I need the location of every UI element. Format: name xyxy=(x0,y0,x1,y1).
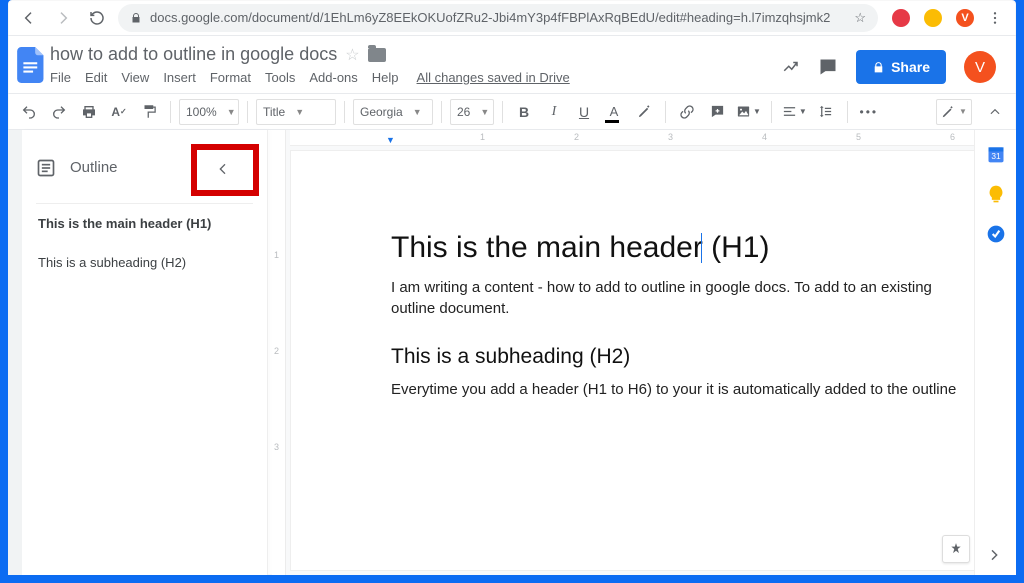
menu-help[interactable]: Help xyxy=(372,70,399,85)
move-folder-icon[interactable] xyxy=(368,48,386,62)
extension-icon[interactable] xyxy=(924,9,942,27)
document-title[interactable]: how to add to outline in google docs xyxy=(50,44,337,65)
account-avatar[interactable]: V xyxy=(964,51,996,83)
docs-logo-icon[interactable] xyxy=(14,42,48,88)
activity-icon[interactable] xyxy=(782,58,800,76)
bold-button[interactable]: B xyxy=(511,98,537,126)
menu-view[interactable]: View xyxy=(121,70,149,85)
style-dropdown[interactable]: Title▼ xyxy=(256,99,336,125)
fontsize-dropdown[interactable]: 26▼ xyxy=(450,99,494,125)
insert-link-button[interactable] xyxy=(674,98,700,126)
zoom-dropdown[interactable]: 100%▼ xyxy=(179,99,239,125)
page-area: ▼ 1 2 3 4 5 6 This is the main header (H… xyxy=(286,130,1016,575)
back-button[interactable] xyxy=(16,5,42,31)
extension-icon[interactable] xyxy=(892,9,910,27)
calendar-icon[interactable]: 31 xyxy=(986,144,1006,164)
share-button[interactable]: Share xyxy=(856,50,946,84)
address-bar[interactable]: docs.google.com/document/d/1EhLm6yZ8EEkO… xyxy=(118,4,878,32)
horizontal-ruler[interactable]: ▼ 1 2 3 4 5 6 xyxy=(290,130,1012,146)
print-button[interactable] xyxy=(76,98,102,126)
side-panel: 31 xyxy=(974,130,1016,575)
editing-mode-dropdown[interactable]: ▼ xyxy=(936,99,972,125)
text-cursor xyxy=(701,233,702,263)
reload-button[interactable] xyxy=(84,5,110,31)
more-button[interactable]: ••• xyxy=(856,98,882,126)
menu-addons[interactable]: Add-ons xyxy=(309,70,357,85)
comments-icon[interactable] xyxy=(818,57,838,77)
menu-bar: File Edit View Insert Format Tools Add-o… xyxy=(48,67,572,88)
save-status[interactable]: All changes saved in Drive xyxy=(417,70,570,85)
workspace: Outline This is the main header (H1) Thi… xyxy=(8,130,1016,575)
docs-title-bar: how to add to outline in google docs ☆ F… xyxy=(8,36,1016,94)
vertical-ruler: 1 2 3 xyxy=(272,130,286,575)
underline-button[interactable]: U xyxy=(571,98,597,126)
insert-comment-button[interactable] xyxy=(704,98,730,126)
heading-1[interactable]: This is the main header (H1) xyxy=(391,231,971,265)
hide-menus-button[interactable] xyxy=(982,98,1008,126)
outline-title: Outline xyxy=(70,159,118,176)
outline-panel: Outline This is the main header (H1) Thi… xyxy=(22,130,268,575)
insert-image-button[interactable]: ▼ xyxy=(734,98,763,126)
heading-2[interactable]: This is a subheading (H2) xyxy=(391,345,971,369)
menu-edit[interactable]: Edit xyxy=(85,70,107,85)
spellcheck-button[interactable]: A✓ xyxy=(106,98,132,126)
star-icon[interactable]: ☆ xyxy=(345,45,359,65)
italic-button[interactable]: I xyxy=(541,98,567,126)
menu-format[interactable]: Format xyxy=(210,70,251,85)
document-page[interactable]: This is the main header (H1) I am writin… xyxy=(290,150,1012,571)
outline-item[interactable]: This is a subheading (H2) xyxy=(36,243,253,282)
menu-insert[interactable]: Insert xyxy=(163,70,196,85)
redo-button[interactable] xyxy=(46,98,72,126)
kebab-menu-icon[interactable] xyxy=(982,5,1008,31)
browser-toolbar: docs.google.com/document/d/1EhLm6yZ8EEkO… xyxy=(8,0,1016,36)
paragraph[interactable]: Everytime you add a header (H1 to H6) to… xyxy=(391,379,971,400)
undo-button[interactable] xyxy=(16,98,42,126)
highlight-button[interactable] xyxy=(631,98,657,126)
align-button[interactable]: ▼ xyxy=(780,98,809,126)
explore-button[interactable] xyxy=(942,535,970,563)
bookmark-star-icon[interactable]: ☆ xyxy=(854,10,866,26)
text-color-button[interactable]: A xyxy=(601,98,627,126)
docs-toolbar: A✓ 100%▼ Title▼ Georgia▼ 26▼ B I U A ▼ ▼… xyxy=(8,94,1016,130)
outline-item[interactable]: This is the main header (H1) xyxy=(36,204,253,243)
forward-button[interactable] xyxy=(50,5,76,31)
lock-icon xyxy=(130,12,142,24)
paragraph[interactable]: I am writing a content - how to add to o… xyxy=(391,277,971,319)
tasks-icon[interactable] xyxy=(986,224,1006,244)
line-spacing-button[interactable] xyxy=(813,98,839,126)
close-outline-button[interactable] xyxy=(193,148,253,190)
url-text: docs.google.com/document/d/1EhLm6yZ8EEkO… xyxy=(150,10,846,25)
menu-file[interactable]: File xyxy=(50,70,71,85)
keep-icon[interactable] xyxy=(986,184,1006,204)
svg-text:31: 31 xyxy=(991,151,1001,161)
paint-format-button[interactable] xyxy=(136,98,162,126)
menu-tools[interactable]: Tools xyxy=(265,70,295,85)
profile-avatar[interactable]: V xyxy=(956,9,974,27)
show-side-panel-button[interactable] xyxy=(986,547,1002,563)
font-dropdown[interactable]: Georgia▼ xyxy=(353,99,433,125)
outline-icon xyxy=(36,158,56,178)
